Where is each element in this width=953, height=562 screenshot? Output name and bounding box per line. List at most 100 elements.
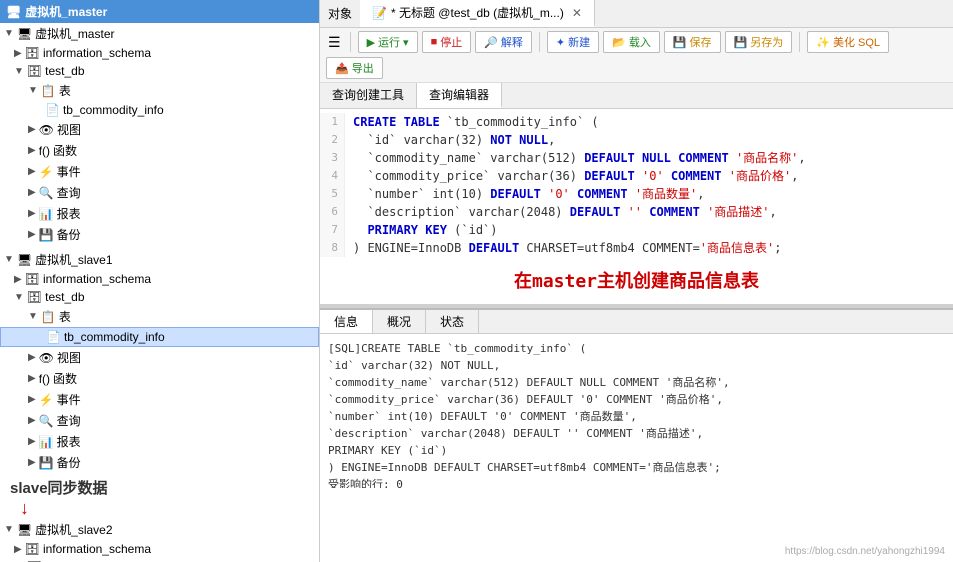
expand-icon: ▼ [28, 311, 38, 322]
explain-icon: 🔎 [484, 36, 498, 49]
connection-header[interactable]: 🖥 虚拟机_master [0, 0, 319, 23]
stop-label: 停止 [440, 34, 462, 50]
slave1-backups[interactable]: ▶ 💾 备份 [0, 452, 319, 473]
bottom-tab-status[interactable]: 状态 [426, 310, 479, 333]
line-num: 6 [320, 203, 345, 221]
backup-icon: 💾 [39, 456, 54, 470]
line-num: 8 [320, 239, 345, 257]
expand-icon: ▼ [4, 28, 14, 39]
import-button[interactable]: 📂 载入 [603, 31, 660, 53]
line-num: 1 [320, 113, 345, 131]
bottom-tab-info[interactable]: 信息 [320, 310, 373, 333]
master-queries[interactable]: ▶ 🔍 查询 [0, 182, 319, 203]
saveas-icon: 💾 [734, 36, 748, 49]
export-icon: 📤 [335, 62, 349, 75]
stop-button[interactable]: ■ 停止 [422, 31, 472, 53]
slave1-node[interactable]: ▼ 🖥 虚拟机_slave1 [0, 249, 319, 270]
line-num: 2 [320, 131, 345, 149]
slave1-queries[interactable]: ▶ 🔍 查询 [0, 410, 319, 431]
tree-container[interactable]: ▼ 🖥 虚拟机_master ▶ 🗄 information_schema ▼ … [0, 23, 319, 562]
event-icon: ⚡ [39, 393, 54, 407]
sep2 [539, 32, 540, 52]
new-button[interactable]: ✦ 新建 [547, 31, 599, 53]
slave1-info-schema[interactable]: ▶ 🗄 information_schema [0, 270, 319, 288]
master-reports[interactable]: ▶ 📊 报表 [0, 203, 319, 224]
code-line-1: 1 CREATE TABLE `tb_commodity_info` ( [320, 113, 953, 131]
slave2-testdb[interactable]: ▼ 🗄 test_db [0, 558, 319, 562]
view-icon: 👁 [39, 123, 54, 137]
master-tables-group[interactable]: ▼ 📋 表 [0, 80, 319, 101]
expand-icon: ▶ [14, 544, 22, 555]
export-button[interactable]: 📤 导出 [326, 57, 383, 79]
expand-icon: ▶ [28, 436, 36, 447]
bottom-content-area: [SQL]CREATE TABLE `tb_commodity_info` ( … [320, 334, 953, 488]
expand-icon: ▶ [28, 208, 36, 219]
code-line-6: 6 `description` varchar(2048) DEFAULT ''… [320, 203, 953, 221]
toolbar: ☰ ▶ 运行 ▾ ■ 停止 🔎 解释 ✦ 新建 📂 载入 [320, 28, 953, 83]
save-label: 保存 [690, 34, 712, 50]
master-commodity-table[interactable]: 📄 tb_commodity_info [0, 101, 319, 119]
slave2-label: 虚拟机_slave2 [35, 521, 112, 538]
hamburger-icon[interactable]: ☰ [326, 32, 343, 53]
slave1-reports[interactable]: ▶ 📊 报表 [0, 431, 319, 452]
line-content: `commodity_price` varchar(36) DEFAULT '0… [345, 167, 798, 185]
code-line-5: 5 `number` int(10) DEFAULT '0' COMMENT '… [320, 185, 953, 203]
bottom-tab-overview[interactable]: 概况 [373, 310, 426, 333]
line-num: 5 [320, 185, 345, 203]
server-icon: 🖥 [17, 253, 32, 267]
expand-icon: ▶ [28, 394, 36, 405]
master-testdb[interactable]: ▼ 🗄 test_db [0, 62, 319, 80]
right-content: 1 CREATE TABLE `tb_commodity_info` ( 2 `… [320, 109, 953, 562]
slave1-funcs[interactable]: ▶ f() 函数 [0, 368, 319, 389]
run-label: 运行 [378, 34, 400, 50]
slave1-views[interactable]: ▶ 👁 视图 [0, 347, 319, 368]
expand-icon: ▼ [14, 66, 24, 77]
db-icon: 🗄 [27, 290, 42, 304]
sub-tab-query-builder[interactable]: 查询创建工具 [320, 83, 417, 108]
db-label: test_db [45, 290, 84, 304]
sub-tab-query-editor[interactable]: 查询编辑器 [417, 83, 502, 108]
line-content: `number` int(10) DEFAULT '0' COMMENT '商品… [345, 185, 705, 203]
tab-bar: 对象 📝 * 无标题 @test_db (虚拟机_m...) ✕ [320, 0, 953, 28]
master-node[interactable]: ▼ 🖥 虚拟机_master [0, 23, 319, 44]
master-events[interactable]: ▶ ⚡ 事件 [0, 161, 319, 182]
slave1-label: 虚拟机_slave1 [35, 251, 112, 268]
code-line-3: 3 `commodity_name` varchar(512) DEFAULT … [320, 149, 953, 167]
query-tab[interactable]: 📝 * 无标题 @test_db (虚拟机_m...) ✕ [360, 0, 595, 27]
stop-icon: ■ [431, 36, 438, 48]
query-icon: 🔍 [39, 186, 54, 200]
sep1 [350, 32, 351, 52]
group-label: 表 [59, 308, 71, 325]
db-label: test_db [45, 64, 84, 78]
explain-button[interactable]: 🔎 解释 [475, 31, 532, 53]
code-line-2: 2 `id` varchar(32) NOT NULL, [320, 131, 953, 149]
object-tab-label: 对象 [328, 5, 352, 22]
slave1-tables-group[interactable]: ▼ 📋 表 [0, 306, 319, 327]
slave1-testdb[interactable]: ▼ 🗄 test_db [0, 288, 319, 306]
code-editor[interactable]: 1 CREATE TABLE `tb_commodity_info` ( 2 `… [320, 109, 953, 304]
slave2-info-schema[interactable]: ▶ 🗄 information_schema [0, 540, 319, 558]
beautify-button[interactable]: ✨ 美化 SQL [807, 31, 889, 53]
func-label: 函数 [53, 370, 77, 387]
master-funcs[interactable]: ▶ f() 函数 [0, 140, 319, 161]
master-backups[interactable]: ▶ 💾 备份 [0, 224, 319, 245]
server-icon: 🖥 [17, 27, 32, 41]
table-group-icon: 📋 [41, 84, 56, 98]
beautify-label: 美化 SQL [833, 34, 880, 50]
backup-label: 备份 [57, 454, 81, 471]
master-info-schema[interactable]: ▶ 🗄 information_schema [0, 44, 319, 62]
sub-tabs: 查询创建工具 查询编辑器 [320, 83, 953, 109]
close-icon[interactable]: ✕ [572, 6, 582, 20]
expand-icon: ▼ [28, 85, 38, 96]
run-button[interactable]: ▶ 运行 ▾ [358, 31, 418, 53]
db-icon: 🗄 [25, 46, 40, 60]
save-button[interactable]: 💾 保存 [664, 31, 721, 53]
slave1-commodity-table[interactable]: 📄 tb_commodity_info [0, 327, 319, 347]
master-views[interactable]: ▶ 👁 视图 [0, 119, 319, 140]
master-label: 虚拟机_master [35, 25, 114, 42]
save-as-button[interactable]: 💾 另存为 [725, 31, 793, 53]
slave1-events[interactable]: ▶ ⚡ 事件 [0, 389, 319, 410]
code-line-4: 4 `commodity_price` varchar(36) DEFAULT … [320, 167, 953, 185]
object-tab[interactable]: 对象 [320, 0, 360, 27]
slave2-node[interactable]: ▼ 🖥 虚拟机_slave2 [0, 519, 319, 540]
